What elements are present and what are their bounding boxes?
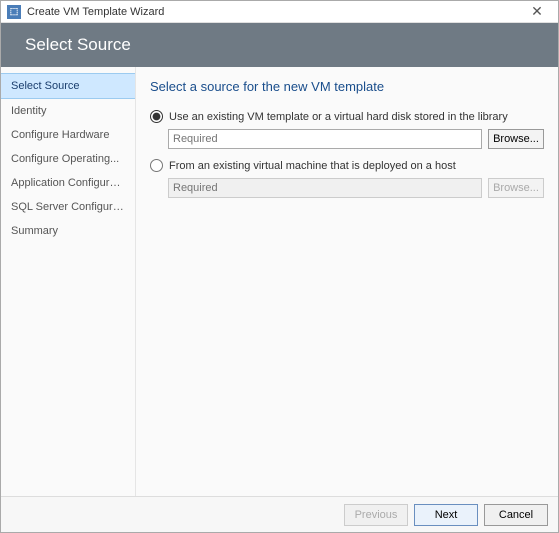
next-button[interactable]: Next <box>414 504 478 526</box>
wizard-body: Select Source Identity Configure Hardwar… <box>1 67 558 496</box>
sidebar-item-label: Select Source <box>11 80 79 92</box>
wizard-main-panel: Select a source for the new VM template … <box>136 67 558 496</box>
option-existing-template-input-row: Browse... <box>168 129 544 149</box>
option-existing-vm-row: From an existing virtual machine that is… <box>150 159 544 172</box>
option-existing-vm-browse-button: Browse... <box>488 178 544 198</box>
option-existing-vm-radio[interactable] <box>150 159 163 172</box>
banner-title: Select Source <box>25 35 131 55</box>
app-icon: ⬚ <box>7 5 21 19</box>
window-title: Create VM Template Wizard <box>27 6 522 18</box>
option-existing-template-label: Use an existing VM template or a virtual… <box>169 111 508 123</box>
sidebar-item-label: Configure Hardware <box>11 129 109 141</box>
sidebar-item-configure-hardware[interactable]: Configure Hardware <box>1 123 135 147</box>
option-existing-vm-input-row: Browse... <box>168 178 544 198</box>
wizard-footer: Previous Next Cancel <box>1 496 558 532</box>
sidebar-item-select-source[interactable]: Select Source <box>1 73 135 99</box>
sidebar-item-label: Summary <box>11 225 58 237</box>
option-existing-template-input[interactable] <box>168 129 482 149</box>
option-existing-template-browse-button[interactable]: Browse... <box>488 129 544 149</box>
option-existing-vm-label: From an existing virtual machine that is… <box>169 160 456 172</box>
sidebar-item-application-configuration[interactable]: Application Configuration <box>1 171 135 195</box>
titlebar: ⬚ Create VM Template Wizard ✕ <box>1 1 558 23</box>
wizard-sidebar: Select Source Identity Configure Hardwar… <box>1 67 136 496</box>
option-existing-template-radio[interactable] <box>150 110 163 123</box>
sidebar-item-label: SQL Server Configuration <box>11 201 135 213</box>
option-existing-template-row: Use an existing VM template or a virtual… <box>150 110 544 123</box>
option-existing-vm-input <box>168 178 482 198</box>
sidebar-item-identity[interactable]: Identity <box>1 99 135 123</box>
sidebar-item-sql-server-configuration[interactable]: SQL Server Configuration <box>1 195 135 219</box>
previous-button: Previous <box>344 504 408 526</box>
sidebar-item-label: Identity <box>11 105 46 117</box>
close-icon[interactable]: ✕ <box>522 3 552 20</box>
sidebar-item-label: Application Configuration <box>11 177 133 189</box>
sidebar-item-summary[interactable]: Summary <box>1 219 135 243</box>
wizard-banner: Select Source <box>1 23 558 67</box>
cancel-button[interactable]: Cancel <box>484 504 548 526</box>
sidebar-item-configure-operating[interactable]: Configure Operating... <box>1 147 135 171</box>
sidebar-item-label: Configure Operating... <box>11 153 119 165</box>
page-heading: Select a source for the new VM template <box>150 79 544 94</box>
